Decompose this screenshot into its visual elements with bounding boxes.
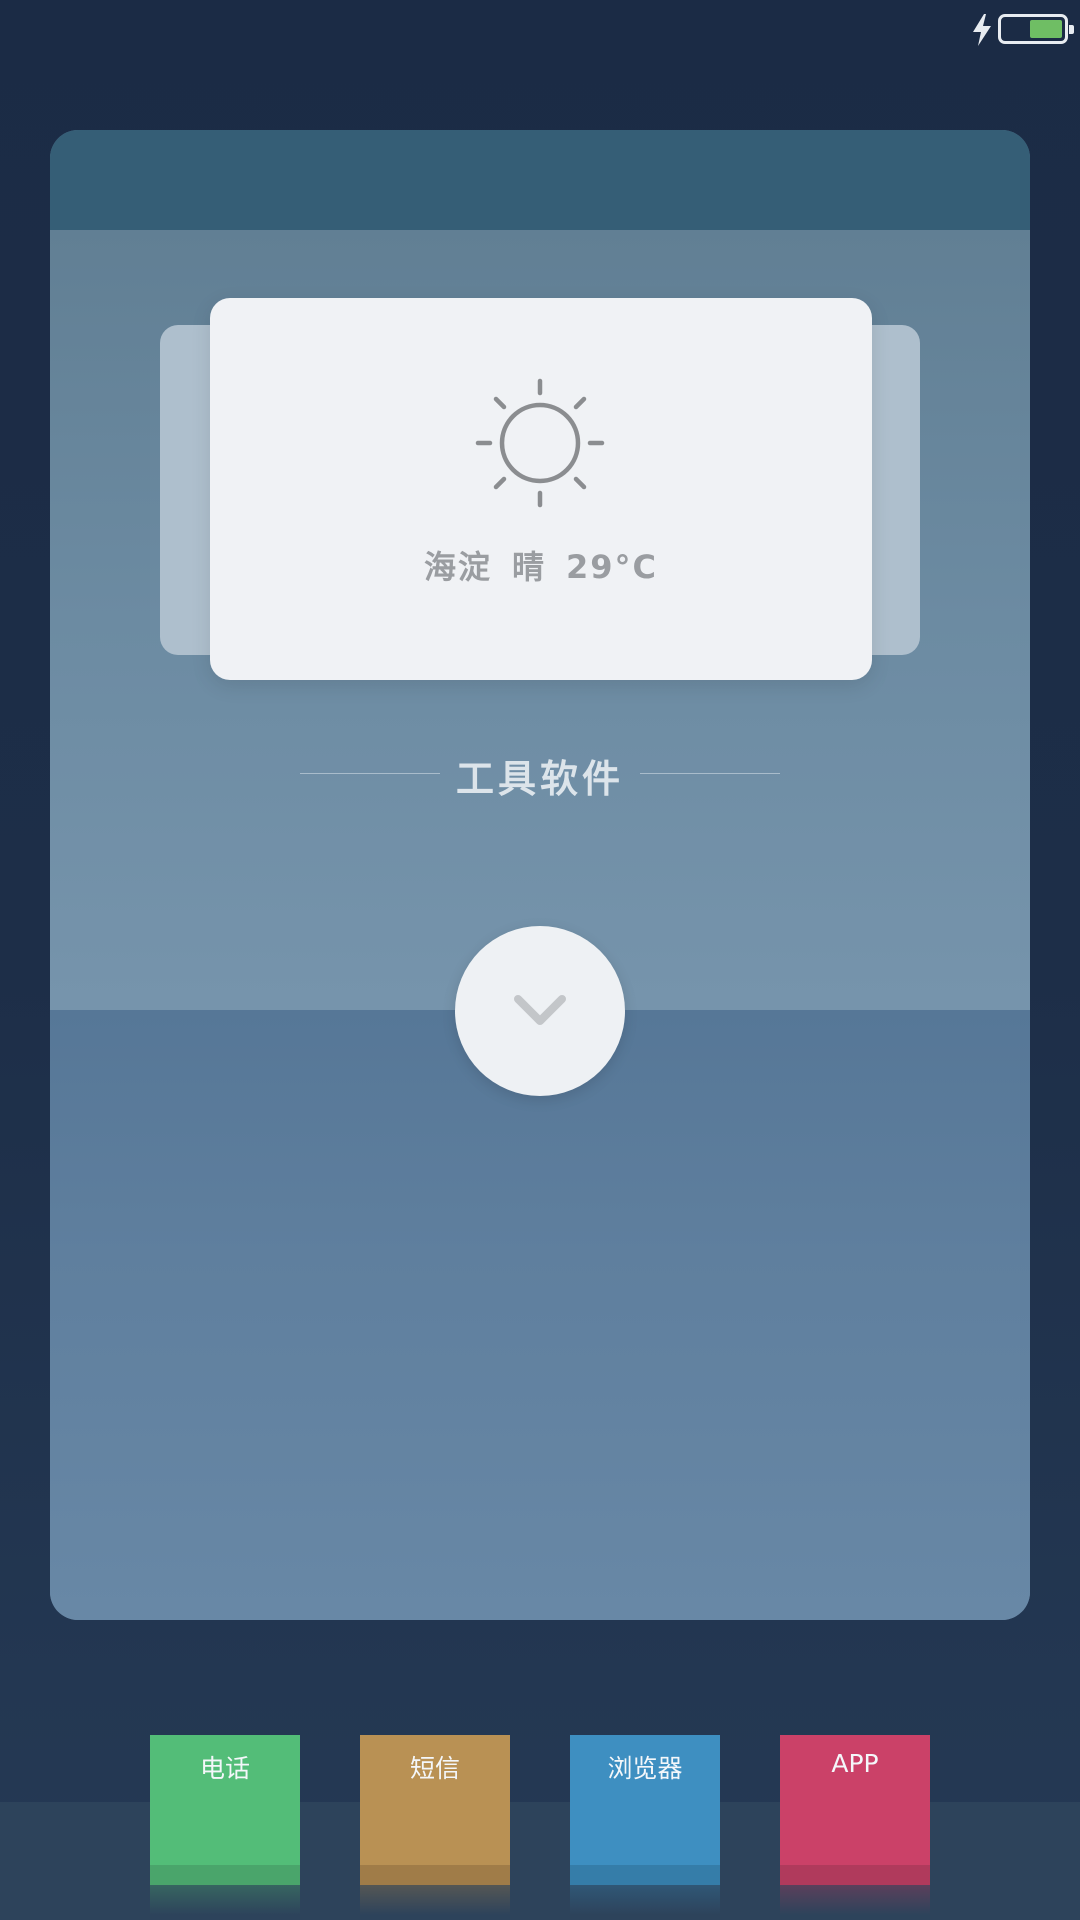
divider-left xyxy=(300,773,440,774)
app-tile-phone: 电话 xyxy=(150,1735,300,1865)
panel-header xyxy=(50,130,1030,230)
app-tile-reflection xyxy=(360,1885,510,1915)
app-tile-base xyxy=(360,1865,510,1885)
weather-card[interactable]: 海淀晴 29°C xyxy=(210,298,872,680)
app-tile-browser: 浏览器 xyxy=(570,1735,720,1865)
home-panel: 海淀晴 29°C 工具软件 xyxy=(50,130,1030,1620)
dock-app-sms[interactable]: 短信 xyxy=(360,1735,510,1915)
app-tile-base xyxy=(570,1865,720,1885)
app-label-browser: 浏览器 xyxy=(607,1754,683,1783)
charging-bolt-icon xyxy=(973,14,991,46)
app-tile-base xyxy=(780,1865,930,1885)
app-tile-reflection xyxy=(150,1885,300,1915)
battery-icon xyxy=(998,14,1074,44)
app-tile-base xyxy=(150,1865,300,1885)
dock-app-phone[interactable]: 电话 xyxy=(150,1735,300,1915)
status-bar xyxy=(0,0,1080,60)
battery-tip xyxy=(1069,25,1074,34)
sun-icon xyxy=(475,378,605,508)
app-tile-sms: 短信 xyxy=(360,1735,510,1865)
dock-app-app[interactable]: APP xyxy=(780,1735,930,1915)
section-title: 工具软件 xyxy=(455,757,624,801)
dock-app-browser[interactable]: 浏览器 xyxy=(570,1735,720,1915)
app-label-app: APP xyxy=(831,1749,879,1778)
app-tile-reflection xyxy=(780,1885,930,1915)
weather-temperature: 29°C xyxy=(566,548,659,586)
app-tile-app: APP xyxy=(780,1735,930,1865)
app-label-phone: 电话 xyxy=(199,1754,250,1783)
divider-right xyxy=(640,773,780,774)
section-header: 工具软件 xyxy=(300,748,780,801)
chevron-down-icon xyxy=(514,995,566,1025)
weather-condition: 晴 xyxy=(511,548,546,586)
app-label-sms: 短信 xyxy=(409,1754,460,1783)
weather-location: 海淀 xyxy=(423,548,492,586)
app-tile-reflection xyxy=(570,1885,720,1915)
weather-summary: 海淀晴 29°C xyxy=(210,542,872,588)
battery-level-fill xyxy=(1030,20,1062,38)
panel-lower-area xyxy=(50,1010,1030,1620)
expand-button[interactable] xyxy=(455,926,625,1096)
